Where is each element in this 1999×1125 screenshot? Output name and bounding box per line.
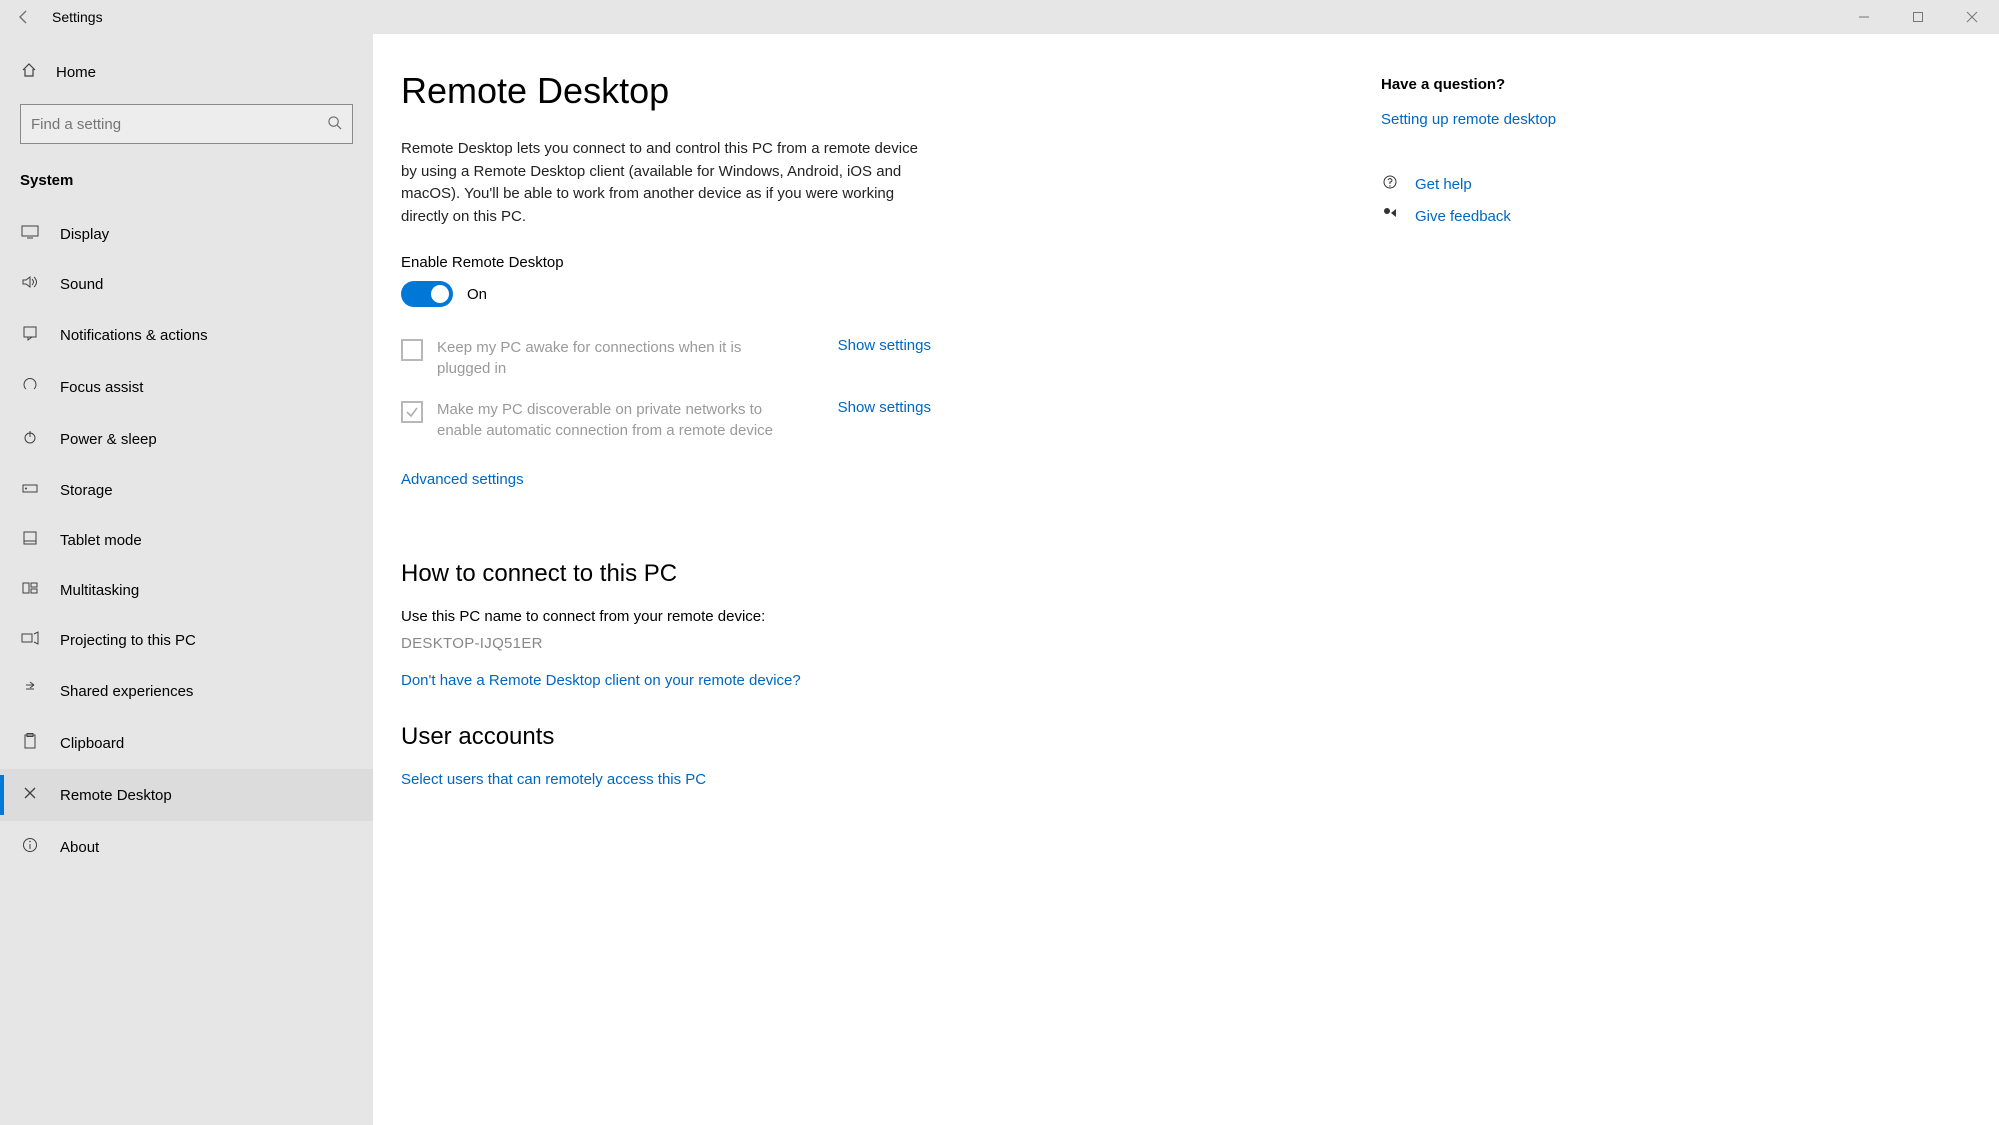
give-feedback-link[interactable]: Give feedback xyxy=(1381,200,1811,232)
about-icon xyxy=(20,837,40,857)
maximize-icon xyxy=(1912,11,1924,23)
pc-name: DESKTOP-IJQ51ER xyxy=(401,635,1321,652)
help-panel: Have a question? Setting up remote deskt… xyxy=(1381,70,1811,1125)
keep-awake-checkbox[interactable] xyxy=(401,339,423,361)
advanced-settings-link[interactable]: Advanced settings xyxy=(401,471,524,488)
notifications-icon xyxy=(20,325,40,345)
sidebar-nav: Display Sound Notifications & actions Fo… xyxy=(0,199,373,873)
sidebar-item-about[interactable]: About xyxy=(0,821,373,873)
feedback-icon xyxy=(1381,206,1399,226)
home-icon xyxy=(20,62,38,82)
page-title: Remote Desktop xyxy=(401,70,1321,112)
sidebar-home[interactable]: Home xyxy=(0,50,373,94)
sidebar-item-label: Notifications & actions xyxy=(60,327,208,344)
sidebar-item-sound[interactable]: Sound xyxy=(0,259,373,309)
sidebar-item-label: About xyxy=(60,839,99,856)
sidebar-item-tablet-mode[interactable]: Tablet mode xyxy=(0,515,373,565)
discoverable-checkbox[interactable] xyxy=(401,401,423,423)
sidebar-item-label: Multitasking xyxy=(60,582,139,599)
no-client-link[interactable]: Don't have a Remote Desktop client on yo… xyxy=(401,672,801,689)
sidebar-home-label: Home xyxy=(56,64,96,81)
sidebar-item-label: Focus assist xyxy=(60,379,143,396)
back-button[interactable] xyxy=(0,0,48,34)
get-help-link[interactable]: Get help xyxy=(1381,168,1811,200)
sidebar-category: System xyxy=(0,158,373,199)
keep-awake-option: Keep my PC awake for connections when it… xyxy=(401,331,931,393)
enable-remote-desktop-toggle[interactable] xyxy=(401,281,453,307)
focus-assist-icon xyxy=(20,377,40,397)
arrow-left-icon xyxy=(16,9,32,25)
sidebar-item-focus-assist[interactable]: Focus assist xyxy=(0,361,373,413)
window-controls xyxy=(1837,0,1999,34)
sidebar: Home System Display Sound Notificatio xyxy=(0,34,373,1125)
give-feedback-label: Give feedback xyxy=(1415,208,1511,225)
projecting-icon xyxy=(20,631,40,649)
sidebar-item-shared-experiences[interactable]: Shared experiences xyxy=(0,665,373,717)
shared-icon xyxy=(20,681,40,701)
sidebar-item-projecting[interactable]: Projecting to this PC xyxy=(0,615,373,665)
sidebar-item-remote-desktop[interactable]: Remote Desktop xyxy=(0,769,373,821)
display-icon xyxy=(20,225,40,243)
sidebar-item-label: Clipboard xyxy=(60,735,124,752)
get-help-label: Get help xyxy=(1415,176,1472,193)
keep-awake-show-settings-link[interactable]: Show settings xyxy=(838,337,931,354)
clipboard-icon xyxy=(20,733,40,753)
keep-awake-label: Keep my PC awake for connections when it… xyxy=(437,337,797,379)
window-title: Settings xyxy=(48,9,103,25)
sidebar-item-label: Projecting to this PC xyxy=(60,632,196,649)
have-a-question-heading: Have a question? xyxy=(1381,76,1811,93)
discoverable-option: Make my PC discoverable on private netwo… xyxy=(401,393,931,455)
sidebar-item-notifications[interactable]: Notifications & actions xyxy=(0,309,373,361)
sidebar-item-multitasking[interactable]: Multitasking xyxy=(0,565,373,615)
minimize-button[interactable] xyxy=(1837,0,1891,34)
close-button[interactable] xyxy=(1945,0,1999,34)
search-field[interactable] xyxy=(31,116,327,133)
sidebar-item-clipboard[interactable]: Clipboard xyxy=(0,717,373,769)
setting-up-remote-desktop-link[interactable]: Setting up remote desktop xyxy=(1381,111,1811,128)
minimize-icon xyxy=(1858,11,1870,23)
discoverable-show-settings-link[interactable]: Show settings xyxy=(838,399,931,416)
enable-remote-desktop-label: Enable Remote Desktop xyxy=(401,254,1321,271)
sidebar-item-label: Storage xyxy=(60,482,113,499)
help-icon xyxy=(1381,174,1399,194)
sidebar-item-power-sleep[interactable]: Power & sleep xyxy=(0,413,373,465)
sidebar-item-label: Tablet mode xyxy=(60,532,142,549)
check-icon xyxy=(405,405,419,419)
title-bar: Settings xyxy=(0,0,1999,34)
close-icon xyxy=(1966,11,1978,23)
storage-icon xyxy=(20,481,40,499)
sidebar-item-label: Shared experiences xyxy=(60,683,193,700)
toggle-state: On xyxy=(467,286,487,303)
page-description: Remote Desktop lets you connect to and c… xyxy=(401,138,921,228)
pc-name-label: Use this PC name to connect from your re… xyxy=(401,608,1321,625)
discoverable-label: Make my PC discoverable on private netwo… xyxy=(437,399,797,441)
select-users-link[interactable]: Select users that can remotely access th… xyxy=(401,771,706,788)
remote-desktop-icon xyxy=(20,785,40,805)
sound-icon xyxy=(20,275,40,293)
sidebar-item-label: Power & sleep xyxy=(60,431,157,448)
multitasking-icon xyxy=(20,581,40,599)
sidebar-item-label: Sound xyxy=(60,276,103,293)
power-icon xyxy=(20,429,40,449)
search-icon xyxy=(327,115,342,133)
sidebar-item-storage[interactable]: Storage xyxy=(0,465,373,515)
main-content: Remote Desktop Remote Desktop lets you c… xyxy=(373,34,1999,1125)
sidebar-item-display[interactable]: Display xyxy=(0,209,373,259)
sidebar-item-label: Remote Desktop xyxy=(60,787,172,804)
how-to-connect-heading: How to connect to this PC xyxy=(401,560,1321,588)
user-accounts-heading: User accounts xyxy=(401,723,1321,751)
tablet-icon xyxy=(20,531,40,549)
sidebar-item-label: Display xyxy=(60,226,109,243)
search-input[interactable] xyxy=(20,104,353,144)
maximize-button[interactable] xyxy=(1891,0,1945,34)
